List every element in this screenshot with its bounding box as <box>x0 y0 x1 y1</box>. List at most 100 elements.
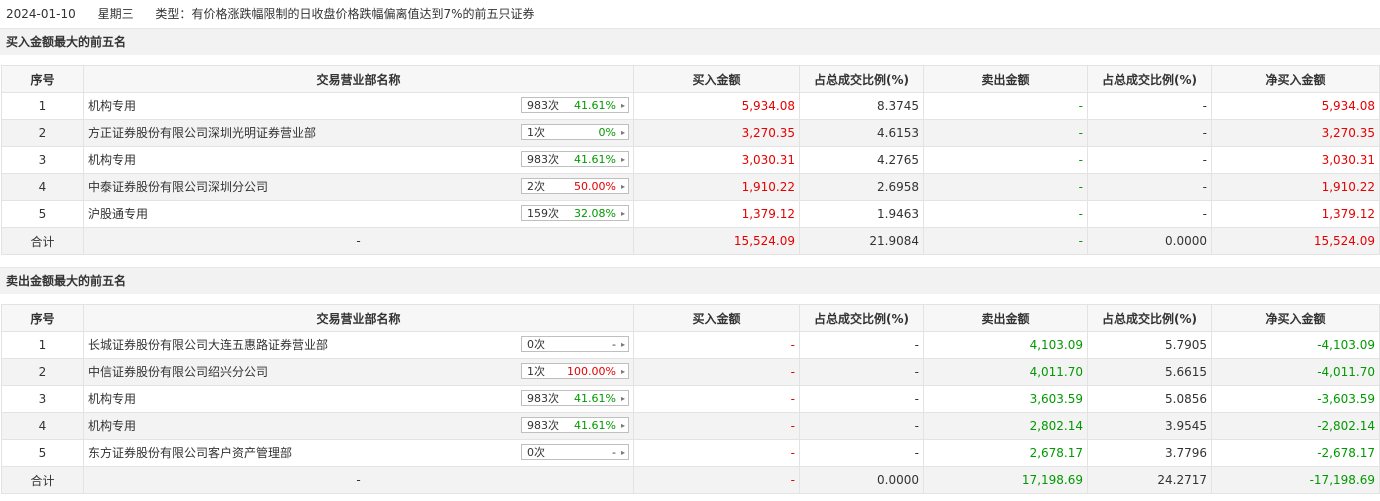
broker-name[interactable]: 东方证券股份有限公司客户资产管理部 <box>88 444 292 461</box>
win-rate: 100.00% <box>567 365 616 378</box>
buy-ratio: - <box>799 439 924 467</box>
total-label: 合计 <box>1 227 84 255</box>
broker-cell: 机构专用 983次 41.61% ▸ <box>83 92 634 120</box>
table-header-row: 序号 交易营业部名称 买入金额 占总成交比例(%) 卖出金额 占总成交比例(%) 净买入金额 <box>1 65 1380 93</box>
sell-amount: 2,802.14 <box>923 412 1088 440</box>
win-rate: 32.08% <box>574 207 616 220</box>
win-rate: 41.61% <box>574 153 616 166</box>
total-buy-ratio: 0.0000 <box>799 466 924 494</box>
broker-name[interactable]: 机构专用 <box>88 97 136 114</box>
table-row: 4 机构专用 983次 41.61% ▸ - -2,802.14 3.9545 -2,802.1… <box>1 412 1380 440</box>
column-header: 交易营业部名称 <box>83 304 634 332</box>
listing-count: 0次 <box>527 338 545 351</box>
table-row: 3 机构专用 983次 41.61% ▸ - -3,603.59 5.0856 -3,603.5… <box>1 385 1380 413</box>
broker-stats-badge[interactable]: 0次 - ▸ <box>521 336 629 352</box>
sell-amount: 4,103.09 <box>923 331 1088 359</box>
sell-ratio: 5.0856 <box>1087 385 1212 413</box>
listing-count: 983次 <box>527 392 559 405</box>
broker-cell: 中泰证券股份有限公司深圳分公司 2次 50.00% ▸ <box>83 173 634 201</box>
buy-ratio: 2.6958 <box>799 173 924 201</box>
win-rate: 0% <box>598 126 616 139</box>
buy-amount: 1,910.22 <box>633 173 800 201</box>
broker-stats-badge[interactable]: 983次 41.61% ▸ <box>521 97 629 113</box>
type-label: 类型： <box>155 7 192 21</box>
win-rate: 50.00% <box>574 180 616 193</box>
sell-ratio: 5.6615 <box>1087 358 1212 386</box>
buy-ratio: 8.3745 <box>799 92 924 120</box>
caret-right-icon: ▸ <box>620 421 625 430</box>
sell-amount: - <box>923 146 1088 174</box>
total-sell-amount: - <box>923 227 1088 255</box>
column-header: 占总成交比例(%) <box>799 304 924 332</box>
column-header: 交易营业部名称 <box>83 65 634 93</box>
sell-ratio: - <box>1087 119 1212 147</box>
broker-name[interactable]: 沪股通专用 <box>88 205 148 222</box>
buy-amount: - <box>633 412 800 440</box>
sell-ratio: 3.9545 <box>1087 412 1212 440</box>
table-row: 3 机构专用 983次 41.61% ▸ 3,030.31 4.2765- -3,030.31 <box>1 146 1380 174</box>
listing-count: 983次 <box>527 99 559 112</box>
column-header: 净买入金额 <box>1211 65 1380 93</box>
row-number: 5 <box>1 200 84 228</box>
caret-right-icon: ▸ <box>620 209 625 218</box>
row-number: 4 <box>1 412 84 440</box>
broker-name[interactable]: 长城证券股份有限公司大连五惠路证券营业部 <box>88 336 328 353</box>
net-buy-amount: -4,011.70 <box>1211 358 1380 386</box>
broker-name[interactable]: 机构专用 <box>88 417 136 434</box>
broker-name[interactable]: 中泰证券股份有限公司深圳分公司 <box>88 178 268 195</box>
row-number: 4 <box>1 173 84 201</box>
buy-section-title: 买入金额最大的前五名 <box>0 28 1380 55</box>
table-row: 1 机构专用 983次 41.61% ▸ 5,934.08 8.3745- -5,934.08 <box>1 92 1380 120</box>
total-sell-amount: 17,198.69 <box>923 466 1088 494</box>
broker-stats-badge[interactable]: 0次 - ▸ <box>521 444 629 460</box>
row-number: 3 <box>1 385 84 413</box>
type-text: 有价格涨跌幅限制的日收盘价格跌幅偏离值达到7%的前五只证券 <box>191 7 535 21</box>
broker-stats-badge[interactable]: 983次 41.61% ▸ <box>521 151 629 167</box>
sell-amount: - <box>923 92 1088 120</box>
total-net-buy: 15,524.09 <box>1211 227 1380 255</box>
total-sell-ratio: 24.2717 <box>1087 466 1212 494</box>
sell-ratio: 5.7905 <box>1087 331 1212 359</box>
win-rate: - <box>612 446 616 459</box>
sell-ratio: - <box>1087 92 1212 120</box>
broker-name[interactable]: 中信证券股份有限公司绍兴分公司 <box>88 363 268 380</box>
row-number: 2 <box>1 358 84 386</box>
column-header: 卖出金额 <box>923 304 1088 332</box>
net-buy-amount: -2,802.14 <box>1211 412 1380 440</box>
total-buy-amount: - <box>633 466 800 494</box>
win-rate: 41.61% <box>574 99 616 112</box>
sell-amount: - <box>923 200 1088 228</box>
broker-cell: 东方证券股份有限公司客户资产管理部 0次 - ▸ <box>83 439 634 467</box>
row-number: 1 <box>1 92 84 120</box>
row-number: 2 <box>1 119 84 147</box>
listing-count: 0次 <box>527 446 545 459</box>
win-rate: 41.61% <box>574 419 616 432</box>
sell-amount: 3,603.59 <box>923 385 1088 413</box>
caret-right-icon: ▸ <box>620 340 625 349</box>
broker-stats-badge[interactable]: 1次 100.00% ▸ <box>521 363 629 379</box>
net-buy-amount: 1,910.22 <box>1211 173 1380 201</box>
table-row: 5 沪股通专用 159次 32.08% ▸ 1,379.12 1.9463- -1,379.1… <box>1 200 1380 228</box>
broker-name[interactable]: 方正证券股份有限公司深圳光明证券营业部 <box>88 124 316 141</box>
buy-amount: 5,934.08 <box>633 92 800 120</box>
broker-stats-badge[interactable]: 159次 32.08% ▸ <box>521 205 629 221</box>
broker-stats-badge[interactable]: 1次 0% ▸ <box>521 124 629 140</box>
broker-name[interactable]: 机构专用 <box>88 390 136 407</box>
broker-name[interactable]: 机构专用 <box>88 151 136 168</box>
total-buy-amount: 15,524.09 <box>633 227 800 255</box>
buy-amount: 3,030.31 <box>633 146 800 174</box>
broker-cell: 机构专用 983次 41.61% ▸ <box>83 385 634 413</box>
net-buy-amount: 3,030.31 <box>1211 146 1380 174</box>
caret-right-icon: ▸ <box>620 182 625 191</box>
sell-amount: - <box>923 173 1088 201</box>
total-row: 合计 - -0.0000 17,198.69 24.2717 -17,198.69 <box>1 466 1380 494</box>
sell-amount: 4,011.70 <box>923 358 1088 386</box>
caret-right-icon: ▸ <box>620 448 625 457</box>
sell-ratio: - <box>1087 200 1212 228</box>
broker-stats-badge[interactable]: 983次 41.61% ▸ <box>521 417 629 433</box>
net-buy-amount: 5,934.08 <box>1211 92 1380 120</box>
buy-amount: - <box>633 385 800 413</box>
win-rate: 41.61% <box>574 392 616 405</box>
broker-stats-badge[interactable]: 983次 41.61% ▸ <box>521 390 629 406</box>
broker-stats-badge[interactable]: 2次 50.00% ▸ <box>521 178 629 194</box>
